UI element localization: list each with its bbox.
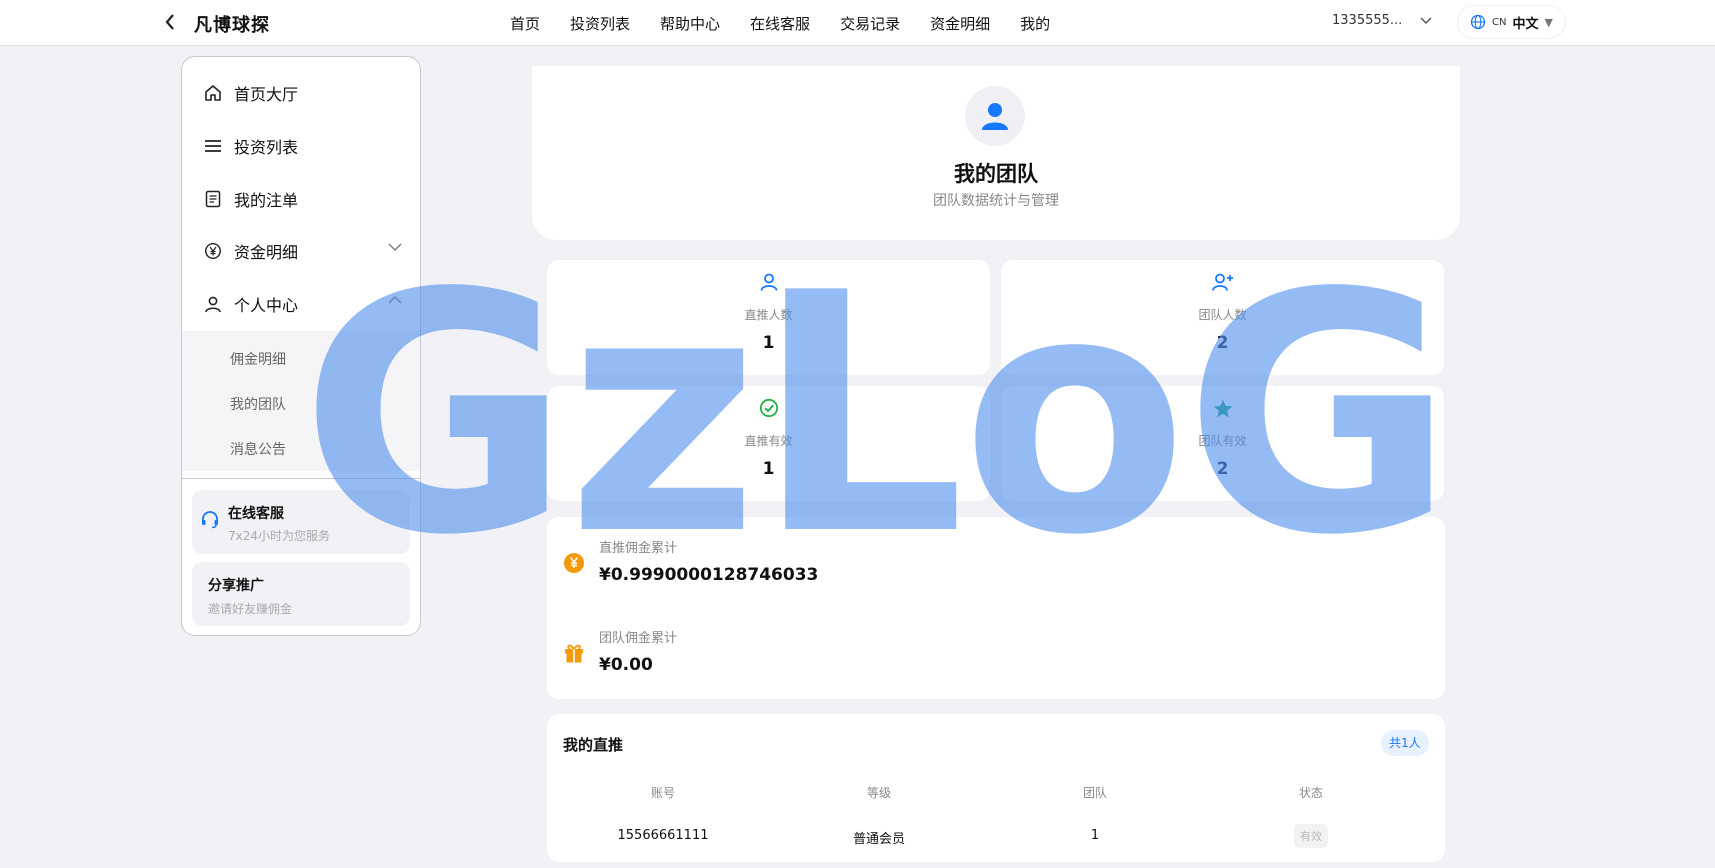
share-promo-card[interactable]: 分享推广 邀请好友赚佣金 bbox=[192, 562, 410, 626]
star-icon bbox=[1213, 399, 1232, 418]
nav-transactions[interactable]: 交易记录 bbox=[840, 13, 900, 34]
document-icon bbox=[202, 188, 224, 210]
column-header-status: 状态 bbox=[1298, 786, 1323, 800]
account-number: 1335555... bbox=[1332, 13, 1403, 28]
yuan-coin-icon bbox=[202, 240, 224, 262]
sidebar-item-label: 我的注单 bbox=[234, 191, 299, 210]
user-add-icon bbox=[1211, 273, 1233, 291]
cell-team: 1 bbox=[1090, 828, 1100, 843]
sidebar-item-label: 首页大厅 bbox=[234, 85, 299, 104]
status-badge: 有效 bbox=[1294, 824, 1328, 848]
chevron-up-icon bbox=[388, 296, 402, 304]
team-commission-value: ¥0.00 bbox=[599, 655, 653, 675]
stat-label: 直推有效 bbox=[744, 434, 793, 448]
sidebar-subitem-announcements[interactable]: 消息公告 bbox=[230, 439, 286, 459]
yuan-coin-icon bbox=[564, 553, 584, 573]
team-commission-label: 团队佣金累计 bbox=[599, 631, 678, 646]
gift-icon bbox=[565, 644, 583, 663]
top-navbar: 凡博球探 首页 投资列表 帮助中心 在线客服 交易记录 资金明细 我的 1335… bbox=[0, 0, 1715, 46]
stat-direct-count: 直推人数 1 bbox=[547, 260, 990, 375]
sidebar-item-my-bets[interactable]: 我的注单 bbox=[182, 179, 420, 219]
stat-value: 2 bbox=[1216, 459, 1229, 479]
nav-help-center[interactable]: 帮助中心 bbox=[660, 13, 720, 34]
sidebar-item-funds[interactable]: 资金明细 bbox=[182, 231, 420, 271]
column-header-account: 账号 bbox=[650, 786, 675, 800]
sidebar-subitem-my-team[interactable]: 我的团队 bbox=[230, 394, 286, 414]
globe-icon bbox=[1470, 14, 1486, 30]
sidebar: 首页大厅 投资列表 我的注单 资金明细 个人中心 佣金明细 我的团队 消息公告 … bbox=[181, 56, 421, 636]
headset-icon bbox=[202, 511, 218, 529]
count-badge: 共1人 bbox=[1381, 730, 1429, 756]
language-selector[interactable]: CN 中文 ▼ bbox=[1458, 6, 1565, 38]
cell-status: 有效 bbox=[1203, 824, 1419, 848]
nav-home[interactable]: 首页 bbox=[510, 13, 540, 34]
nav-invest-list[interactable]: 投资列表 bbox=[570, 13, 630, 34]
column-header-level: 等级 bbox=[866, 786, 891, 800]
stat-team-valid: 团队有效 2 bbox=[1001, 386, 1444, 501]
language-label: 中文 bbox=[1512, 16, 1539, 32]
stat-value: 2 bbox=[1216, 333, 1229, 353]
main-nav: 首页 投资列表 帮助中心 在线客服 交易记录 资金明细 我的 bbox=[510, 13, 1080, 34]
stat-direct-valid: 直推有效 1 bbox=[547, 386, 990, 501]
page-title: 我的团队 bbox=[954, 162, 1038, 186]
page-subtitle: 团队数据统计与管理 bbox=[933, 193, 1059, 209]
stat-value: 1 bbox=[762, 459, 775, 479]
stat-label: 团队有效 bbox=[1198, 434, 1247, 448]
caret-down-icon: ▼ bbox=[1544, 15, 1553, 29]
account-dropdown[interactable]: 1335555... bbox=[1332, 13, 1432, 28]
sidebar-subitem-commission[interactable]: 佣金明细 bbox=[230, 349, 286, 369]
sidebar-item-label: 投资列表 bbox=[234, 138, 299, 157]
nav-online-service[interactable]: 在线客服 bbox=[750, 13, 810, 34]
sidebar-item-personal-center[interactable]: 个人中心 bbox=[182, 284, 420, 324]
chevron-left-icon bbox=[165, 14, 174, 30]
avatar bbox=[965, 86, 1025, 146]
stat-value: 1 bbox=[762, 333, 775, 353]
chevron-down-icon bbox=[1420, 16, 1432, 24]
direct-referrals-card: 我的直推 共1人 账号 等级 团队 状态 15566661111 普通会员 1 … bbox=[547, 714, 1445, 862]
user-avatar-icon bbox=[982, 103, 1008, 130]
home-icon bbox=[202, 82, 224, 104]
brand-title: 凡博球探 bbox=[194, 15, 270, 36]
user-outline-icon bbox=[760, 273, 777, 291]
stat-label: 直推人数 bbox=[744, 308, 793, 322]
sidebar-item-home-hall[interactable]: 首页大厅 bbox=[182, 73, 420, 113]
online-service-card[interactable]: 在线客服 7x24小时为您服务 bbox=[192, 490, 410, 554]
column-header-team: 团队 bbox=[1082, 786, 1107, 800]
nav-mine[interactable]: 我的 bbox=[1020, 13, 1050, 34]
online-service-subtitle: 7x24小时为您服务 bbox=[228, 529, 331, 543]
back-button[interactable] bbox=[160, 10, 180, 34]
cell-account: 15566661111 bbox=[617, 828, 709, 843]
personal-center-submenu: 佣金明细 我的团队 消息公告 bbox=[182, 331, 420, 471]
direct-commission-label: 直推佣金累计 bbox=[599, 541, 678, 556]
language-code: CN bbox=[1492, 16, 1507, 28]
menu-lines-icon bbox=[202, 135, 224, 157]
share-promo-subtitle: 邀请好友赚佣金 bbox=[208, 602, 293, 616]
sidebar-item-invest-list[interactable]: 投资列表 bbox=[182, 126, 420, 166]
share-promo-title: 分享推广 bbox=[208, 578, 264, 594]
direct-referrals-title: 我的直推 bbox=[563, 736, 624, 754]
nav-funds[interactable]: 资金明细 bbox=[930, 13, 990, 34]
user-icon bbox=[202, 293, 224, 315]
commission-card: 直推佣金累计 ¥0.9990000128746033 团队佣金累计 ¥0.00 bbox=[547, 517, 1445, 699]
sidebar-divider bbox=[182, 478, 420, 479]
stat-team-count: 团队人数 2 bbox=[1001, 260, 1444, 375]
sidebar-item-label: 资金明细 bbox=[234, 243, 299, 262]
cell-level: 普通会员 bbox=[852, 832, 905, 847]
sidebar-item-label: 个人中心 bbox=[234, 296, 299, 315]
direct-commission-value: ¥0.9990000128746033 bbox=[599, 565, 819, 585]
stat-label: 团队人数 bbox=[1198, 308, 1247, 322]
check-circle-icon bbox=[759, 398, 778, 418]
online-service-title: 在线客服 bbox=[228, 506, 284, 522]
chevron-down-icon bbox=[388, 243, 402, 251]
team-profile-card: 我的团队 团队数据统计与管理 bbox=[532, 66, 1460, 240]
